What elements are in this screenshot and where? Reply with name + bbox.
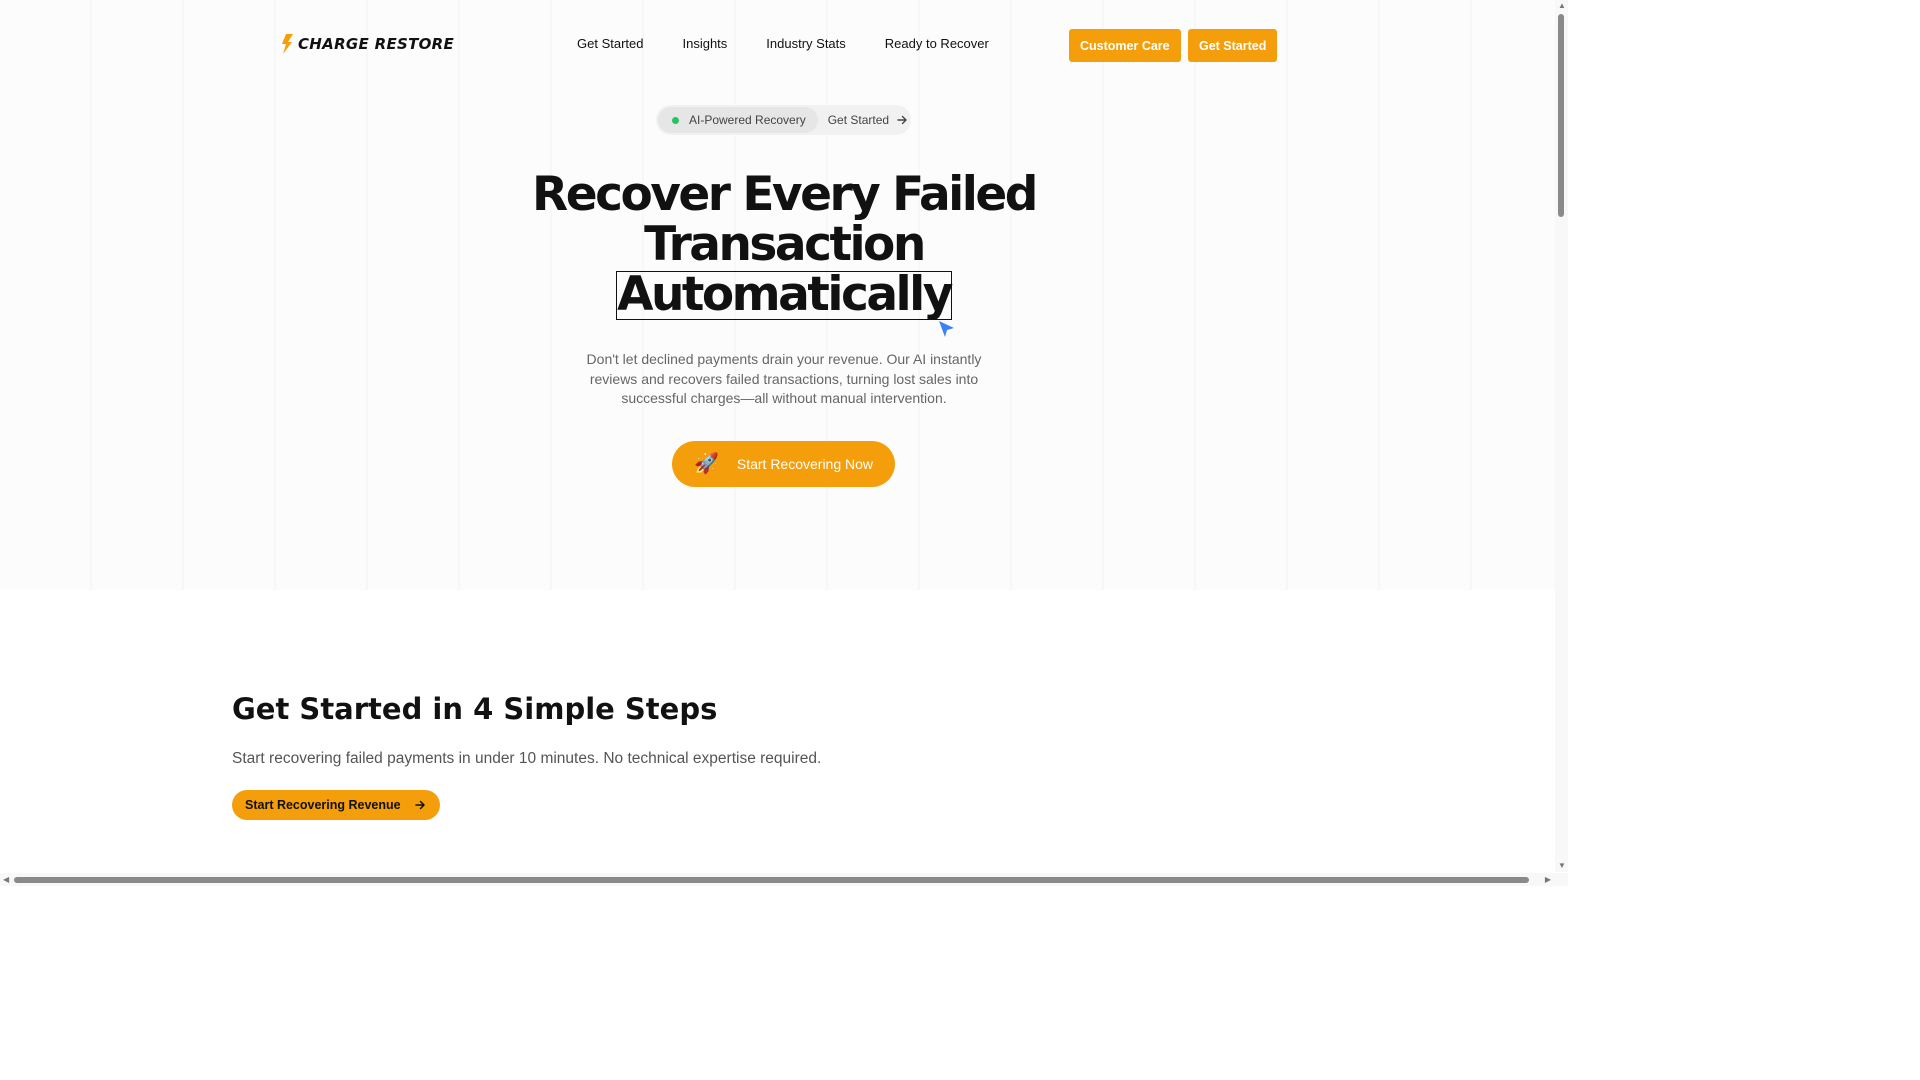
scroll-right-arrow-icon[interactable]: ▶ — [1545, 876, 1551, 884]
announcement-badge: AI-Powered Recovery Get Started — [656, 105, 911, 135]
nav-links: Get Started Insights Industry Stats Read… — [577, 36, 1028, 51]
badge-get-started-link[interactable]: Get Started — [818, 113, 908, 127]
steps-button-label: Start Recovering Revenue — [245, 798, 401, 812]
steps-section-subtitle: Start recovering failed payments in unde… — [232, 750, 822, 767]
start-recovering-now-button[interactable]: 🚀 Start Recovering Now — [672, 441, 895, 487]
rocket-icon: 🚀 — [693, 453, 719, 475]
brand-name: CHARGE RESTORE — [298, 35, 455, 53]
cta-label: Start Recovering Now — [736, 456, 874, 472]
steps-section-title: Get Started in 4 Simple Steps — [232, 692, 718, 726]
badge-link-text: Get Started — [827, 113, 890, 127]
arrow-right-icon — [414, 800, 425, 810]
vertical-scrollbar-thumb[interactable] — [1558, 14, 1564, 217]
brand-logo[interactable]: CHARGE RESTORE — [280, 34, 454, 54]
horizontal-scrollbar-thumb[interactable] — [14, 877, 1529, 883]
scroll-down-arrow-icon[interactable]: ▼ — [1558, 862, 1566, 870]
horizontal-scrollbar[interactable]: ◀ ▶ — [0, 873, 1568, 886]
start-recovering-revenue-button[interactable]: Start Recovering Revenue — [232, 790, 440, 820]
badge-label: AI-Powered Recovery — [658, 107, 818, 133]
status-dot-icon — [672, 116, 679, 124]
nav-link-insights[interactable]: Insights — [682, 36, 727, 51]
badge-label-text: AI-Powered Recovery — [689, 113, 806, 127]
scroll-up-arrow-icon[interactable]: ▲ — [1558, 2, 1566, 10]
scroll-left-arrow-icon[interactable]: ◀ — [3, 876, 9, 884]
nav-link-ready-to-recover[interactable]: Ready to Recover — [885, 36, 989, 51]
mouse-cursor-icon — [939, 321, 954, 337]
customer-care-button[interactable]: Customer Care — [1069, 29, 1181, 62]
get-started-button[interactable]: Get Started — [1188, 29, 1278, 62]
hero-title-line1: Recover Every Failed — [532, 167, 1038, 222]
hero-subtitle: Don't let declined payments drain your r… — [586, 351, 982, 406]
vertical-scrollbar[interactable]: ▲ ▼ — [1555, 0, 1568, 872]
arrow-right-icon — [897, 115, 907, 125]
hero-title: Recover Every Failed Transaction Automat… — [484, 170, 1084, 320]
hero-title-highlight[interactable]: Automatically — [616, 271, 953, 320]
top-navigation: CHARGE RESTORE Get Started Insights Indu… — [0, 0, 1555, 90]
hero-title-line2: Transaction — [644, 217, 926, 272]
nav-link-industry-stats[interactable]: Industry Stats — [766, 36, 845, 51]
nav-link-get-started[interactable]: Get Started — [577, 36, 643, 51]
lightning-icon — [282, 34, 293, 54]
